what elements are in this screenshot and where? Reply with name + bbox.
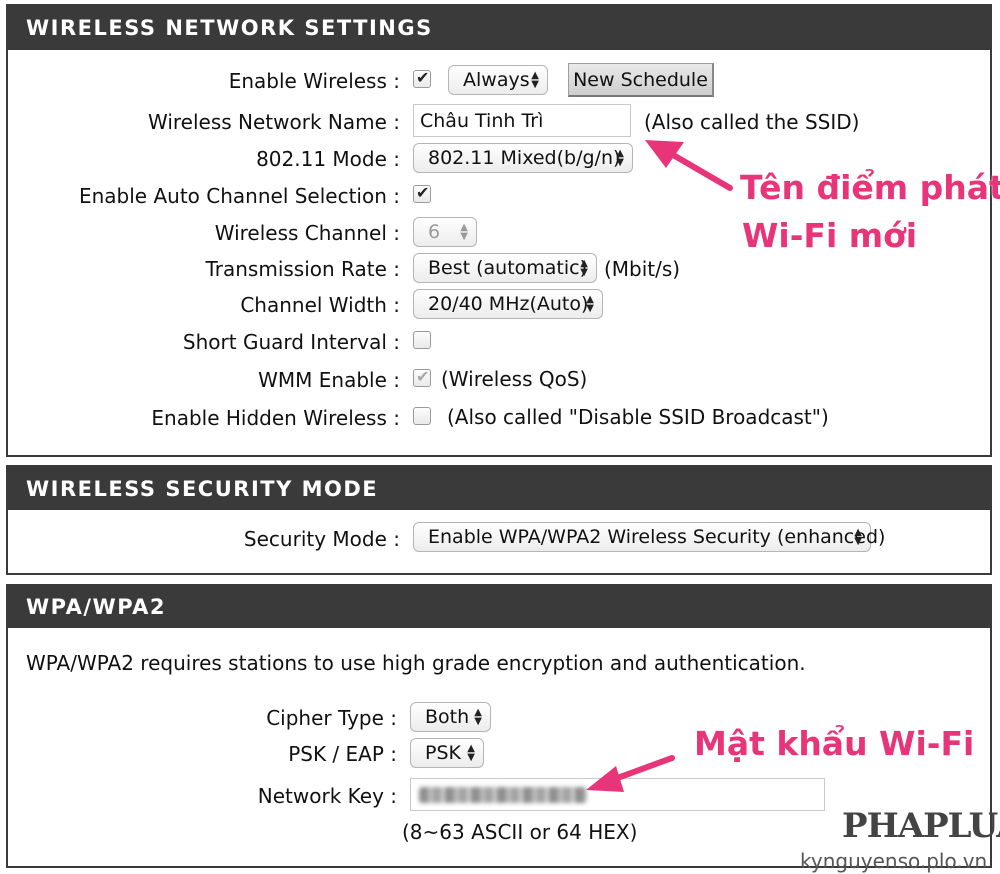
ssid-arrow-icon: [645, 140, 733, 191]
password-callout: Mật khẩu Wi-Fi: [694, 724, 975, 763]
phapluat-logo: PHAPLUAT: [842, 806, 1000, 846]
site-watermark: kynguyenso.plo.vn: [800, 849, 988, 873]
ssid-callout-line2: Wi-Fi mới: [742, 216, 918, 255]
password-arrow-icon: [586, 755, 675, 792]
ssid-callout-line1: Tên điểm phát: [740, 168, 1000, 207]
